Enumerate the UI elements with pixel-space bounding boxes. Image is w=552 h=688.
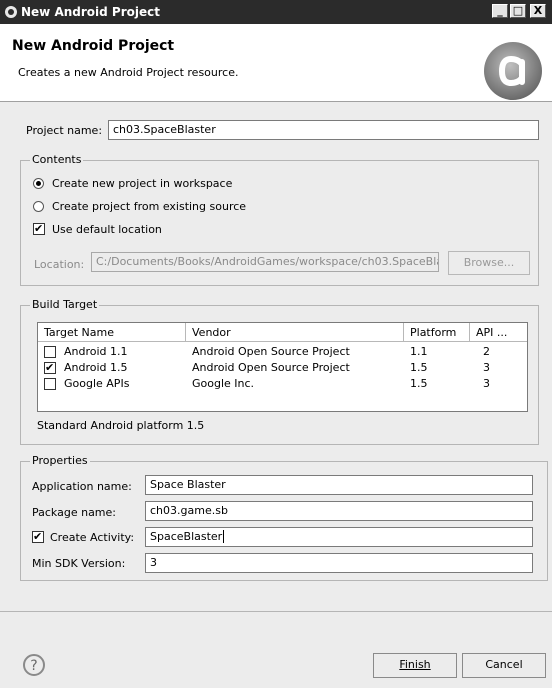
create-new-label: Create new project in workspace (52, 177, 233, 190)
min-sdk-input[interactable]: 3 (145, 553, 533, 573)
package-name-input[interactable]: ch03.game.sb (145, 501, 533, 521)
build-target-status: Standard Android platform 1.5 (37, 419, 205, 432)
use-default-location-label: Use default location (52, 223, 162, 236)
target-api: 2 (483, 345, 490, 358)
min-sdk-label: Min SDK Version: (32, 557, 126, 570)
wizard-banner: New Android Project Creates a new Androi… (0, 24, 552, 102)
create-activity-value: SpaceBlaster (150, 530, 223, 543)
window-title: New Android Project (21, 5, 160, 19)
create-activity-label: Create Activity: (50, 531, 135, 544)
target-vendor: Google Inc. (192, 377, 255, 390)
col-vendor[interactable]: Vendor (186, 323, 404, 342)
maximize-button[interactable]: □ (510, 4, 526, 18)
table-row[interactable]: Google APIs Google Inc. 1.5 3 (38, 376, 527, 392)
create-activity-checkbox[interactable] (32, 530, 44, 544)
target-checkbox[interactable] (44, 361, 56, 375)
target-platform: 1.1 (410, 345, 428, 358)
target-api: 3 (483, 361, 490, 374)
create-activity-input[interactable]: SpaceBlaster (145, 527, 533, 547)
target-platform: 1.5 (410, 377, 428, 390)
col-target-name[interactable]: Target Name (38, 323, 186, 342)
help-icon[interactable]: ? (23, 654, 45, 676)
target-vendor: Android Open Source Project (192, 361, 350, 374)
package-name-label: Package name: (32, 506, 116, 519)
target-api: 3 (483, 377, 490, 390)
contents-group-title: Contents (30, 153, 84, 166)
minimize-button[interactable]: _ (492, 4, 508, 18)
col-platform[interactable]: Platform (404, 323, 470, 342)
eclipse-icon (5, 6, 17, 18)
cancel-button[interactable]: Cancel (462, 653, 546, 678)
build-target-group-title: Build Target (30, 298, 100, 311)
target-checkbox[interactable] (44, 346, 56, 358)
create-existing-radio[interactable] (33, 201, 44, 212)
location-input[interactable]: C:/Documents/Books/AndroidGames/workspac… (91, 252, 439, 272)
close-button[interactable]: X (530, 4, 546, 18)
target-checkbox[interactable] (44, 378, 56, 390)
target-name: Google APIs (64, 377, 130, 390)
target-vendor: Android Open Source Project (192, 345, 350, 358)
target-name: Android 1.1 (64, 345, 128, 358)
finish-button[interactable]: Finish (373, 653, 457, 678)
application-name-input[interactable]: Space Blaster (145, 475, 533, 495)
footer-divider (0, 611, 552, 612)
use-default-location-checkbox[interactable] (33, 222, 45, 236)
create-existing-label: Create project from existing source (52, 200, 247, 213)
col-api[interactable]: API ... (470, 323, 527, 342)
table-row[interactable]: Android 1.5 Android Open Source Project … (38, 360, 527, 376)
table-row[interactable]: Android 1.1 Android Open Source Project … (38, 344, 527, 360)
project-name-label: Project name: (26, 124, 103, 137)
build-target-table[interactable]: Target Name Vendor Platform API ... Andr… (37, 322, 528, 412)
text-caret (223, 530, 225, 543)
target-platform: 1.5 (410, 361, 428, 374)
title-bar[interactable]: New Android Project _ □ X (0, 0, 552, 24)
create-new-radio[interactable] (33, 178, 44, 189)
application-name-label: Application name: (32, 480, 132, 493)
wizard-title: New Android Project (12, 38, 175, 54)
target-name: Android 1.5 (64, 361, 128, 374)
android-adt-logo-icon (484, 42, 542, 100)
wizard-description: Creates a new Android Project resource. (18, 66, 239, 79)
properties-group-title: Properties (30, 454, 90, 467)
project-name-input[interactable]: ch03.SpaceBlaster (108, 120, 539, 140)
location-label: Location: (34, 258, 85, 271)
browse-button[interactable]: Browse... (448, 251, 530, 275)
